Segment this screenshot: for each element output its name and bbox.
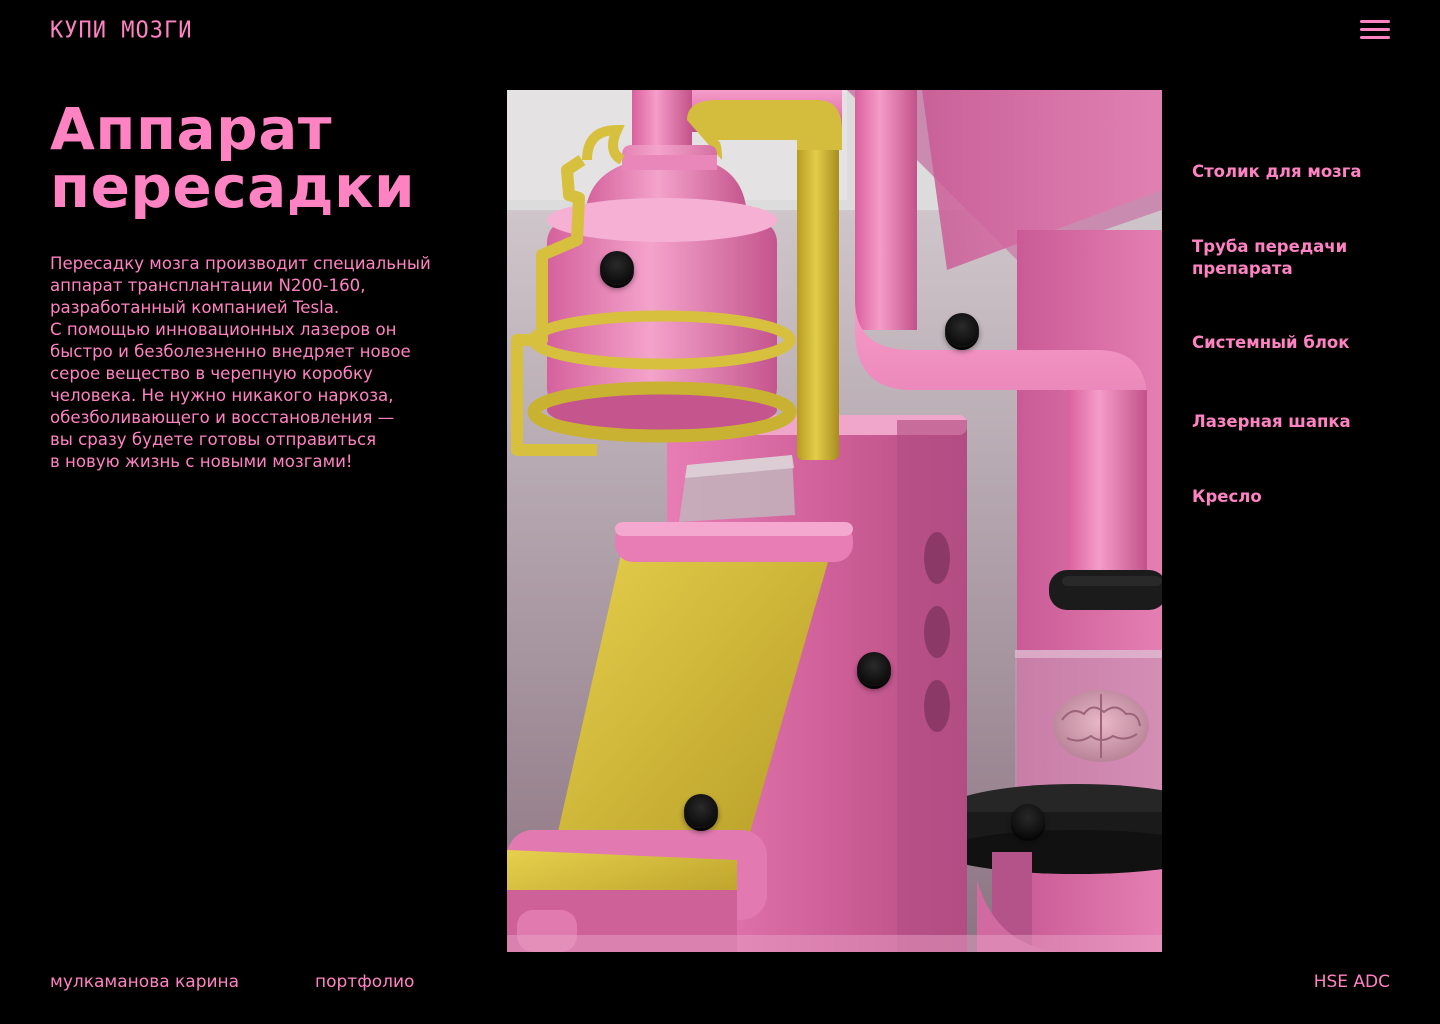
description-line: разработанный компанией Tesla.	[50, 298, 340, 317]
portfolio-link[interactable]: портфолио	[315, 970, 414, 994]
parts-item-system-block[interactable]: Системный блок	[1192, 332, 1412, 354]
description-line: вы сразу будете готовы отправиться	[50, 430, 377, 449]
parts-item-transfer-pipe[interactable]: Труба передачи препарата	[1192, 236, 1412, 280]
description-line: обезболивающего и восстановления —	[50, 408, 395, 427]
author-link[interactable]: мулкаманова карина	[50, 970, 239, 994]
hotspot-chair[interactable]	[684, 794, 718, 828]
school-link[interactable]: HSE ADC	[1314, 970, 1390, 994]
description-line: человека. Не нужно никакого наркоза,	[50, 386, 394, 405]
description-line: С помощью инновационных лазеров он	[50, 320, 397, 339]
hamburger-menu-icon[interactable]	[1358, 18, 1392, 42]
machine-render	[507, 90, 1162, 952]
hotspot-brain-table[interactable]	[1011, 804, 1045, 838]
transplant-machine-illustration	[507, 90, 1162, 952]
site-logo[interactable]: КУПИ МОЗГИ	[50, 17, 192, 43]
hotspot-transfer-pipe[interactable]	[945, 313, 979, 347]
page: КУПИ МОЗГИ Аппарат пересадки Пересадку м…	[0, 0, 1440, 1024]
description-line: серое вещество в черепную коробку	[50, 364, 373, 383]
hotspot-system-block[interactable]	[857, 652, 891, 686]
description-line: быстро и безболезненно внедряет новое	[50, 342, 411, 361]
menu-bar	[1360, 36, 1390, 39]
title-line-2: пересадки	[50, 153, 416, 221]
parts-item-chair[interactable]: Кресло	[1192, 486, 1412, 508]
parts-item-brain-table[interactable]: Столик для мозга	[1192, 161, 1412, 183]
menu-bar	[1360, 28, 1390, 31]
menu-bar	[1360, 20, 1390, 23]
parts-item-laser-cap[interactable]: Лазерная шапка	[1192, 411, 1412, 433]
hotspot-laser-cap[interactable]	[600, 251, 634, 285]
description-line: аппарат трансплантации N200-160,	[50, 276, 366, 295]
description: Пересадку мозга производит специальный а…	[50, 253, 490, 473]
page-title: Аппарат пересадки	[50, 100, 490, 216]
description-line: в новую жизнь с новыми мозгами!	[50, 452, 353, 471]
description-line: Пересадку мозга производит специальный	[50, 254, 431, 273]
